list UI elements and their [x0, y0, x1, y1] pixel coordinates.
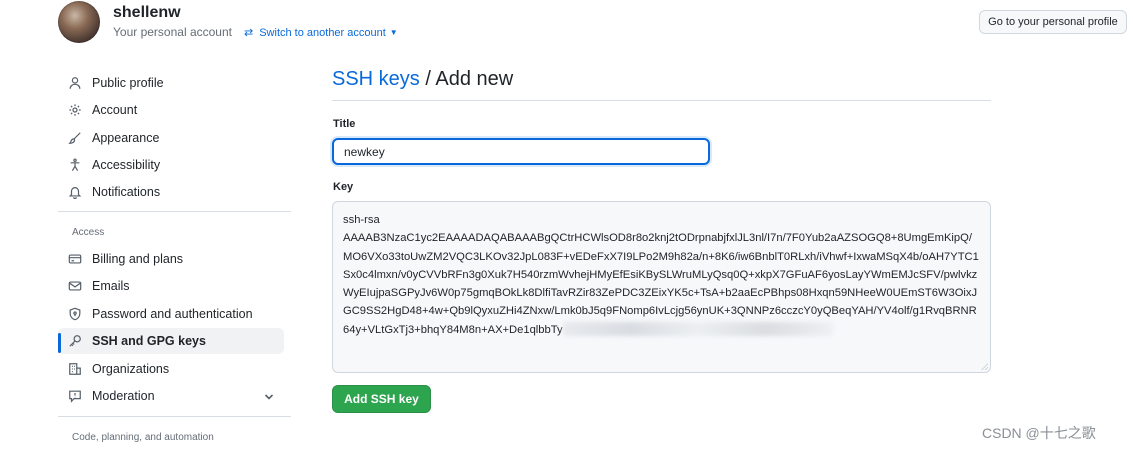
key-label: Key — [333, 181, 354, 193]
title-label: Title — [333, 118, 356, 130]
sidebar-item-label: Accessibility — [92, 158, 161, 172]
key-text: ssh-rsa AAAAB3NzaC1yc2EAAAADAQABAAABgQCt… — [343, 214, 979, 336]
bell-icon — [58, 185, 92, 199]
sidebar-item-organizations[interactable]: Organizations — [58, 356, 284, 382]
sidebar-item-emails[interactable]: Emails — [58, 273, 284, 299]
go-to-profile-button[interactable]: Go to your personal profile — [979, 10, 1127, 34]
chevron-down-icon[interactable] — [264, 391, 274, 405]
sidebar-item-label: Appearance — [92, 131, 160, 145]
title-input[interactable]: newkey — [332, 138, 710, 165]
account-subtitle: Your personal account — [113, 25, 232, 39]
title-divider — [332, 100, 991, 101]
page-title-text: Add new — [435, 68, 514, 90]
sidebar-item-billing[interactable]: Billing and plans — [58, 246, 284, 272]
sidebar-item-moderation[interactable]: Moderation — [58, 383, 284, 409]
sidebar-item-label: Moderation — [92, 389, 155, 403]
sidebar-divider — [58, 211, 291, 212]
sidebar-heading-access: Access — [72, 227, 105, 238]
person-icon — [58, 76, 92, 90]
accessibility-icon — [58, 158, 92, 172]
caret-down-icon: ▼ — [389, 28, 398, 37]
gear-icon — [58, 103, 92, 117]
mail-icon — [58, 279, 92, 293]
sidebar-divider — [58, 416, 291, 417]
sidebar-item-label: Notifications — [92, 185, 161, 199]
sidebar-item-password-auth[interactable]: Password and authentication — [58, 301, 284, 327]
switch-account-label: Switch to another account — [259, 26, 386, 39]
sidebar-item-label: Organizations — [92, 362, 170, 376]
key-textarea[interactable]: ssh-rsa AAAAB3NzaC1yc2EAAAADAQABAAABgQCt… — [332, 201, 991, 373]
breadcrumb-separator: / — [425, 68, 431, 90]
sidebar-item-label: Password and authentication — [92, 307, 253, 321]
sidebar-item-public-profile[interactable]: Public profile — [58, 70, 284, 96]
sidebar-item-notifications[interactable]: Notifications — [58, 179, 284, 205]
breadcrumb-ssh-keys[interactable]: SSH keys — [332, 68, 420, 90]
sidebar-item-label: Public profile — [92, 76, 164, 90]
sidebar-item-appearance[interactable]: Appearance — [58, 125, 284, 151]
sidebar-item-label: Billing and plans — [92, 252, 184, 266]
organization-icon — [58, 362, 92, 376]
switch-icon: ⇄ — [244, 27, 254, 39]
credit-card-icon — [58, 252, 92, 266]
sidebar-item-ssh-gpg-keys[interactable]: SSH and GPG keys — [58, 328, 284, 354]
sidebar-item-label: Account — [92, 103, 138, 117]
sidebar-heading-code: Code, planning, and automation — [72, 432, 214, 443]
sidebar-item-account[interactable]: Account — [58, 97, 284, 123]
active-indicator — [58, 333, 61, 353]
add-ssh-key-button[interactable]: Add SSH key — [332, 385, 431, 413]
account-username: shellenw — [113, 4, 181, 21]
watermark: CSDN @十七之歌 — [982, 425, 1096, 441]
report-icon — [58, 389, 92, 403]
redacted-blur — [562, 321, 833, 336]
paintbrush-icon — [58, 131, 92, 145]
sidebar-item-accessibility[interactable]: Accessibility — [58, 152, 284, 178]
key-icon — [58, 334, 92, 348]
avatar[interactable] — [58, 1, 100, 43]
resize-handle-icon[interactable] — [981, 363, 988, 370]
shield-lock-icon — [58, 307, 92, 321]
sidebar-item-label: Emails — [92, 279, 130, 293]
switch-account-link[interactable]: ⇄ Switch to another account ▼ — [244, 26, 398, 40]
sidebar-item-label: SSH and GPG keys — [92, 334, 206, 348]
page-title: SSH keys / Add new — [332, 68, 513, 91]
